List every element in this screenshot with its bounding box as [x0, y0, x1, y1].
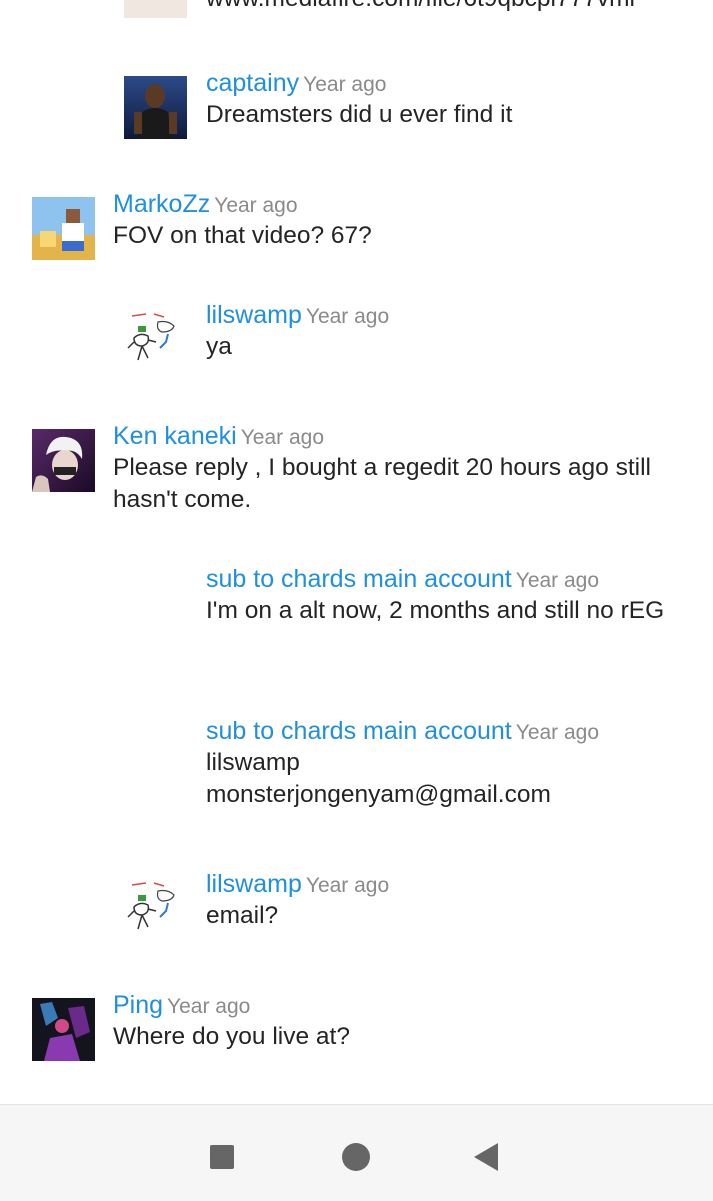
- avatar[interactable]: [32, 429, 95, 492]
- dark-character-avatar-icon: [124, 76, 187, 139]
- comment-ken-kaneki: Ken kaneki Year ago Please reply , I boug…: [0, 419, 713, 519]
- comment-text: Please reply , I bought a regedit 20 hou…: [113, 454, 651, 513]
- avatar[interactable]: [124, 877, 187, 940]
- comment-author-link[interactable]: Ping: [113, 991, 163, 1019]
- anime-white-hair-avatar-icon: [32, 429, 95, 492]
- comment-text: FOV on that video? 67?: [113, 222, 372, 249]
- back-button[interactable]: [466, 1135, 510, 1179]
- comment-email-text: monsterjongenyam@gmail.com: [206, 781, 551, 808]
- comment-lilswamp-reply: lilswamp Year ago ya: [0, 298, 713, 378]
- comment-timestamp: Year ago: [303, 73, 387, 96]
- avatar[interactable]: [32, 998, 95, 1061]
- comment-captainy: captainy Year ago Dreamsters did u ever f…: [0, 66, 713, 146]
- comment-text: Dreamsters did u ever find it: [206, 101, 513, 128]
- comment-chards-reply-2: sub to chards main account Year ago lilsw…: [0, 714, 713, 814]
- comment-partial-top: www.mediafire.com/file/6t9qbcpi777vml: [0, 0, 713, 30]
- comment-author-link[interactable]: lilswamp: [206, 301, 302, 329]
- comment-text: www.mediafire.com/file/6t9qbcpi777vml: [206, 0, 686, 15]
- comment-author-link[interactable]: Ken kaneki: [113, 422, 237, 450]
- comment-timestamp: Year ago: [167, 995, 251, 1018]
- comment-text: ya: [206, 333, 232, 360]
- square-icon: [210, 1145, 234, 1169]
- sketch-doodle-avatar-icon: [124, 877, 187, 940]
- comment-author-link[interactable]: sub to chards main account: [206, 565, 512, 593]
- comment-text-line: lilswamp: [206, 749, 300, 776]
- comment-timestamp: Year ago: [214, 194, 298, 217]
- avatar[interactable]: [124, 76, 187, 139]
- avatar[interactable]: [124, 308, 187, 371]
- comment-author-link[interactable]: lilswamp: [206, 870, 302, 898]
- comment-text: lilswamp monsterjongenyam@gmail.com: [206, 747, 686, 811]
- recents-button[interactable]: [200, 1135, 244, 1179]
- comment-text: email?: [206, 902, 279, 929]
- comment-text: I'm on a alt now, 2 months and still no …: [206, 597, 665, 624]
- comment-chards-reply: sub to chards main account Year ago I'm o…: [0, 562, 713, 662]
- comment-author-link[interactable]: MarkoZz: [113, 190, 210, 218]
- comment-thread: www.mediafire.com/file/6t9qbcpi777vml ca…: [0, 0, 713, 1104]
- comment-timestamp: Year ago: [240, 426, 325, 449]
- blocky-game-avatar-icon: [32, 197, 95, 260]
- comment-text: Where do you live at?: [113, 1023, 350, 1050]
- comment-author-link[interactable]: sub to chards main account: [206, 717, 512, 745]
- avatar[interactable]: [124, 0, 187, 18]
- avatar[interactable]: [32, 197, 95, 260]
- triangle-back-icon: [474, 1143, 498, 1171]
- girl-avatar-icon: [124, 0, 187, 18]
- android-nav-bar: [0, 1104, 713, 1201]
- circle-icon: [342, 1143, 370, 1171]
- comment-markozz: MarkoZz Year ago FOV on that video? 67?: [0, 187, 713, 267]
- comment-author-link[interactable]: captainy: [206, 69, 299, 97]
- dark-purple-avatar-icon: [32, 998, 95, 1061]
- comment-timestamp: Year ago: [515, 721, 600, 744]
- sketch-doodle-avatar-icon: [124, 308, 187, 371]
- comment-timestamp: Year ago: [305, 305, 390, 328]
- comment-timestamp: Year ago: [305, 874, 390, 897]
- home-button[interactable]: [334, 1135, 378, 1179]
- comment-ping: Ping Year ago Where do you live at?: [0, 988, 713, 1068]
- comment-lilswamp-reply-2: lilswamp Year ago email?: [0, 867, 713, 947]
- comment-timestamp: Year ago: [515, 569, 600, 592]
